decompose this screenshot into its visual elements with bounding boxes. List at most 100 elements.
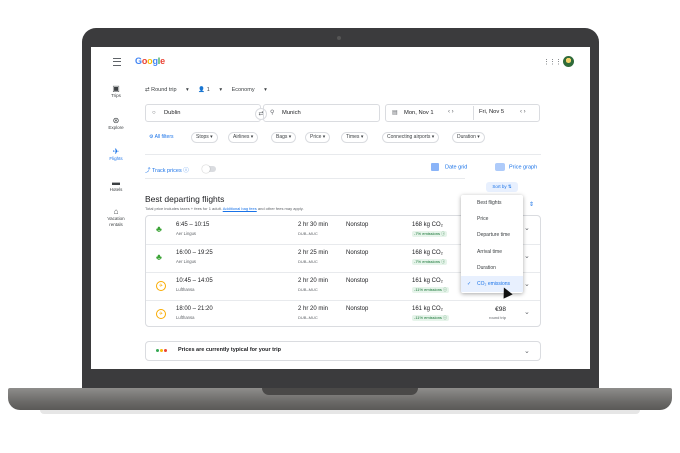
divider — [145, 154, 541, 155]
depart-date-arrows[interactable]: ‹ › — [448, 109, 454, 115]
google-flights-app: Google ⋮⋮⋮ ▣ Trips ⊛ Explore ✈ Flights ▬… — [91, 47, 590, 369]
cabin-select[interactable]: Economy ▾ — [232, 87, 267, 93]
date-field[interactable]: ▤ Mon, Nov 1 — [385, 104, 540, 122]
flight-time: 10:45 – 14:05 — [176, 278, 213, 284]
sort-option-arrival-time[interactable]: Arrival time — [461, 244, 523, 260]
sort-option-best-flights[interactable]: Best flights — [461, 195, 523, 211]
sort-menu: Best flights Price Departure time Arriva… — [461, 195, 523, 293]
chip-price[interactable]: Price ▾ — [305, 132, 331, 143]
sort-option-departure-time[interactable]: Departure time — [461, 227, 523, 243]
chevron-down-icon[interactable]: ⌄ — [524, 224, 530, 232]
return-date-arrows[interactable]: ‹ › — [520, 109, 526, 115]
all-filters-button[interactable]: ⚙ All filters — [149, 133, 174, 144]
nav-item-trips[interactable]: ▣ Trips — [101, 84, 131, 98]
nav-item-vacation-rentals[interactable]: ⌂ Vacation rentals — [101, 207, 131, 227]
flight-price-type: round trip — [489, 315, 506, 320]
date-grid-button[interactable]: Date grid — [431, 163, 467, 171]
bag-fees-link[interactable]: Additional bag fees — [223, 206, 257, 211]
camera-dot — [337, 36, 341, 40]
date-divider — [473, 106, 474, 120]
table-row[interactable]: ✈ 18:00 – 21:20 Lufthansa 2 hr 20 min DU… — [146, 300, 540, 328]
nav-item-label: Trips — [111, 93, 121, 98]
flight-route: DUB–MUC — [298, 259, 318, 264]
suitcase-icon: ▣ — [112, 84, 120, 93]
chip-stops[interactable]: Stops ▾ — [191, 132, 218, 143]
chip-times[interactable]: Times ▾ — [341, 132, 369, 143]
chevron-down-icon[interactable]: ⌄ — [524, 308, 530, 316]
flight-time: 6:45 – 10:15 — [176, 222, 210, 228]
flight-time: 18:00 – 21:20 — [176, 306, 213, 312]
sort-option-label: Arrival time — [477, 249, 503, 255]
flight-stops: Nonstop — [346, 222, 369, 228]
flight-duration: 2 hr 20 min — [298, 306, 329, 312]
return-date-value[interactable]: Fri, Nov 5 — [479, 104, 504, 120]
flight-duration: 2 hr 20 min — [298, 278, 329, 284]
date-grid-icon — [431, 163, 439, 171]
sort-icon[interactable]: ⇕ — [529, 201, 534, 208]
sort-option-duration[interactable]: Duration — [461, 260, 523, 276]
avatar[interactable] — [563, 56, 574, 67]
chevron-down-icon[interactable]: ⌄ — [524, 252, 530, 260]
cabin-value: Economy — [231, 87, 255, 93]
lufthansa-logo-icon: ✈ — [156, 281, 166, 291]
chip-duration[interactable]: Duration ▾ — [452, 132, 485, 143]
emissions-badge: -7% emissions ⓘ — [412, 259, 448, 265]
emissions-badge: -11% emissions ⓘ — [412, 287, 450, 293]
sort-by-button[interactable]: Sort by ⇅ — [486, 182, 518, 192]
house-icon: ⌂ — [113, 207, 119, 216]
divider — [145, 178, 465, 179]
sort-option-price[interactable]: Price — [461, 211, 523, 227]
sort-option-co2-emissions[interactable]: ✓ CO₂ emissions — [461, 276, 523, 292]
price-insight-bar[interactable]: Prices are currently typical for your tr… — [145, 341, 541, 361]
chip-label: Connecting airports — [387, 134, 431, 140]
price-graph-icon — [495, 163, 505, 171]
google-logo[interactable]: Google — [135, 56, 165, 66]
nav-item-label: Hotels — [109, 187, 123, 192]
passengers-select[interactable]: 👤 1 ▾ — [198, 87, 222, 93]
aer-lingus-logo-icon: ♣ — [156, 224, 162, 234]
nav-item-explore[interactable]: ⊛ Explore — [101, 116, 131, 130]
flight-airline: Aer Lingus — [176, 231, 197, 236]
destination-value: Munich — [282, 110, 301, 116]
flight-route: DUB–MUC — [298, 287, 318, 292]
chevron-down-icon[interactable]: ⌄ — [524, 347, 530, 355]
info-icon: ⓘ — [183, 168, 189, 174]
flight-stops: Nonstop — [346, 250, 369, 256]
origin-value: Dublin — [164, 110, 181, 116]
destination-field[interactable]: ⚲ Munich — [263, 104, 380, 122]
sort-icon: ⇅ — [507, 184, 512, 189]
origin-field[interactable]: ○ Dublin — [145, 104, 261, 122]
results-subtitle: Total price includes taxes + fees for 1 … — [145, 206, 304, 211]
chevron-down-icon[interactable]: ⌄ — [524, 280, 530, 288]
chip-bags[interactable]: Bags ▾ — [271, 132, 297, 143]
hamburger-menu-icon[interactable] — [113, 58, 121, 66]
sort-option-label: Best flights — [477, 200, 502, 206]
date-grid-label: Date grid — [445, 164, 468, 171]
trip-type-select[interactable]: ⇄ Round trip ▾ — [145, 87, 189, 93]
nav-item-flights[interactable]: ✈ Flights — [101, 147, 131, 161]
flight-time: 16:00 – 19:25 — [176, 250, 213, 256]
track-prices-label: Track prices — [151, 168, 182, 174]
chip-connecting-airports[interactable]: Connecting airports ▾ — [382, 132, 440, 143]
emissions-text: -11% emissions — [414, 287, 442, 292]
chip-label: Times — [346, 134, 360, 140]
chip-airlines[interactable]: Airlines ▾ — [228, 132, 259, 143]
chip-label: Duration — [457, 134, 476, 140]
nav-item-hotels[interactable]: ▬ Hotels — [101, 178, 131, 192]
price-graph-button[interactable]: Price graph — [495, 163, 537, 171]
trip-options-row: ⇄ Round trip ▾ 👤 1 ▾ Economy ▾ — [145, 87, 275, 93]
laptop-shadow — [40, 410, 640, 414]
flight-co2: 168 kg CO₂ — [412, 250, 444, 256]
chip-label: Bags — [276, 134, 288, 140]
sort-option-label: Departure time — [477, 232, 511, 238]
emissions-text: -7% emissions — [414, 259, 441, 264]
location-pin-icon: ⚲ — [270, 110, 275, 116]
nav-item-label: Vacation rentals — [107, 216, 125, 227]
track-prices[interactable]: ⤴ Track prices ⓘ — [145, 166, 189, 174]
track-prices-toggle[interactable] — [202, 165, 216, 173]
laptop-screen: Google ⋮⋮⋮ ▣ Trips ⊛ Explore ✈ Flights ▬… — [91, 47, 590, 369]
flight-duration: 2 hr 30 min — [298, 222, 329, 228]
explore-icon: ⊛ — [112, 116, 120, 125]
apps-grid-icon[interactable]: ⋮⋮⋮ — [543, 58, 562, 66]
price-graph-label: Price graph — [509, 164, 538, 171]
